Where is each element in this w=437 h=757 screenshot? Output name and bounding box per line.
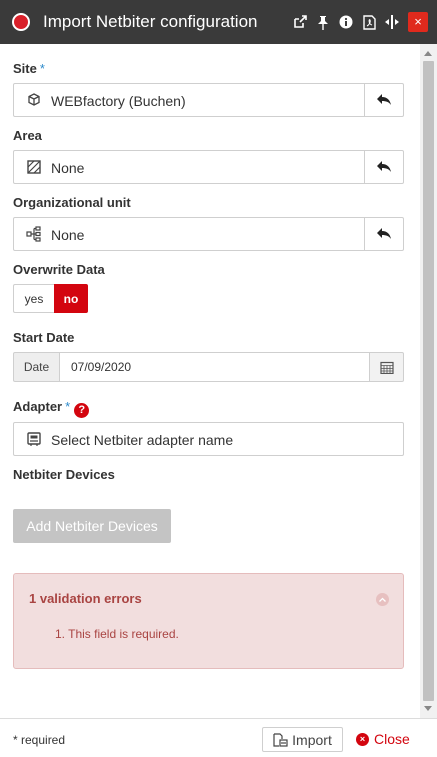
dialog-footer: * required Import × Close bbox=[0, 718, 437, 757]
pin-icon[interactable] bbox=[315, 13, 331, 31]
title-toolbar: × bbox=[292, 12, 428, 32]
dialog-body: Site * WEBfactory (Buchen) Area None Orga… bbox=[0, 44, 420, 718]
title-bar: Import Netbiter configuration × bbox=[0, 0, 437, 44]
validation-errors-panel: 1 validation errors 1. This field is req… bbox=[13, 573, 404, 669]
overwrite-yes-option[interactable]: yes bbox=[13, 284, 54, 313]
overwrite-no-option[interactable]: no bbox=[54, 284, 88, 313]
site-selector[interactable]: WEBfactory (Buchen) bbox=[13, 83, 404, 117]
help-icon[interactable]: ? bbox=[74, 403, 90, 418]
site-label: Site * bbox=[13, 61, 45, 76]
cube-icon bbox=[26, 92, 42, 108]
external-link-icon[interactable] bbox=[292, 13, 308, 31]
area-selector[interactable]: None bbox=[13, 150, 404, 184]
area-label: Area bbox=[13, 128, 42, 143]
validation-title: 1 validation errors bbox=[29, 591, 142, 606]
device-icon bbox=[26, 431, 42, 447]
validation-error-item: 1. This field is required. bbox=[55, 627, 179, 641]
dialog-title: Import Netbiter configuration bbox=[43, 12, 258, 31]
import-button[interactable]: Import bbox=[262, 727, 343, 752]
calendar-icon bbox=[379, 361, 394, 374]
import-icon bbox=[273, 732, 288, 747]
vertical-scrollbar[interactable] bbox=[420, 44, 437, 718]
area-reset-button[interactable] bbox=[364, 151, 403, 183]
add-netbiter-devices-button[interactable]: Add Netbiter Devices bbox=[13, 509, 171, 543]
undo-arrow-icon bbox=[377, 228, 391, 239]
close-circle-icon: × bbox=[356, 732, 369, 746]
chevron-up-icon[interactable] bbox=[376, 593, 389, 606]
date-addon-label: Date bbox=[13, 352, 60, 382]
org-unit-reset-button[interactable] bbox=[364, 218, 403, 250]
calendar-button[interactable] bbox=[370, 352, 404, 382]
required-note: * required bbox=[13, 733, 66, 747]
close-icon[interactable]: × bbox=[408, 12, 428, 32]
start-date-field: Date 07/09/2020 bbox=[13, 352, 404, 382]
undo-arrow-icon bbox=[377, 94, 391, 105]
overwrite-toggle: yes no bbox=[13, 284, 88, 313]
org-unit-label: Organizational unit bbox=[13, 195, 131, 210]
org-unit-value: None bbox=[51, 227, 85, 243]
status-indicator-icon bbox=[12, 13, 30, 31]
resize-icon[interactable] bbox=[384, 13, 400, 31]
org-unit-selector[interactable]: None bbox=[13, 217, 404, 251]
adapter-selector[interactable]: Select Netbiter adapter name bbox=[13, 422, 404, 456]
netbiter-devices-label: Netbiter Devices bbox=[13, 467, 115, 482]
scroll-thumb[interactable] bbox=[423, 61, 434, 701]
scroll-down-arrow[interactable] bbox=[424, 706, 432, 711]
adapter-label: Adapter *? bbox=[13, 399, 90, 418]
site-reset-button[interactable] bbox=[364, 84, 403, 116]
undo-arrow-icon bbox=[377, 161, 391, 172]
area-value: None bbox=[51, 160, 85, 176]
close-label: Close bbox=[374, 731, 410, 747]
sitemap-icon bbox=[26, 226, 42, 242]
area-icon bbox=[26, 159, 42, 175]
pdf-icon[interactable] bbox=[361, 13, 377, 31]
overwrite-label: Overwrite Data bbox=[13, 262, 105, 277]
scroll-up-arrow[interactable] bbox=[424, 51, 432, 56]
info-icon[interactable] bbox=[338, 13, 354, 31]
start-date-label: Start Date bbox=[13, 330, 75, 345]
adapter-placeholder: Select Netbiter adapter name bbox=[51, 432, 234, 448]
import-label: Import bbox=[292, 731, 332, 748]
close-button[interactable]: × Close bbox=[356, 731, 410, 747]
site-value: WEBfactory (Buchen) bbox=[51, 93, 186, 109]
start-date-input[interactable]: 07/09/2020 bbox=[60, 352, 370, 382]
